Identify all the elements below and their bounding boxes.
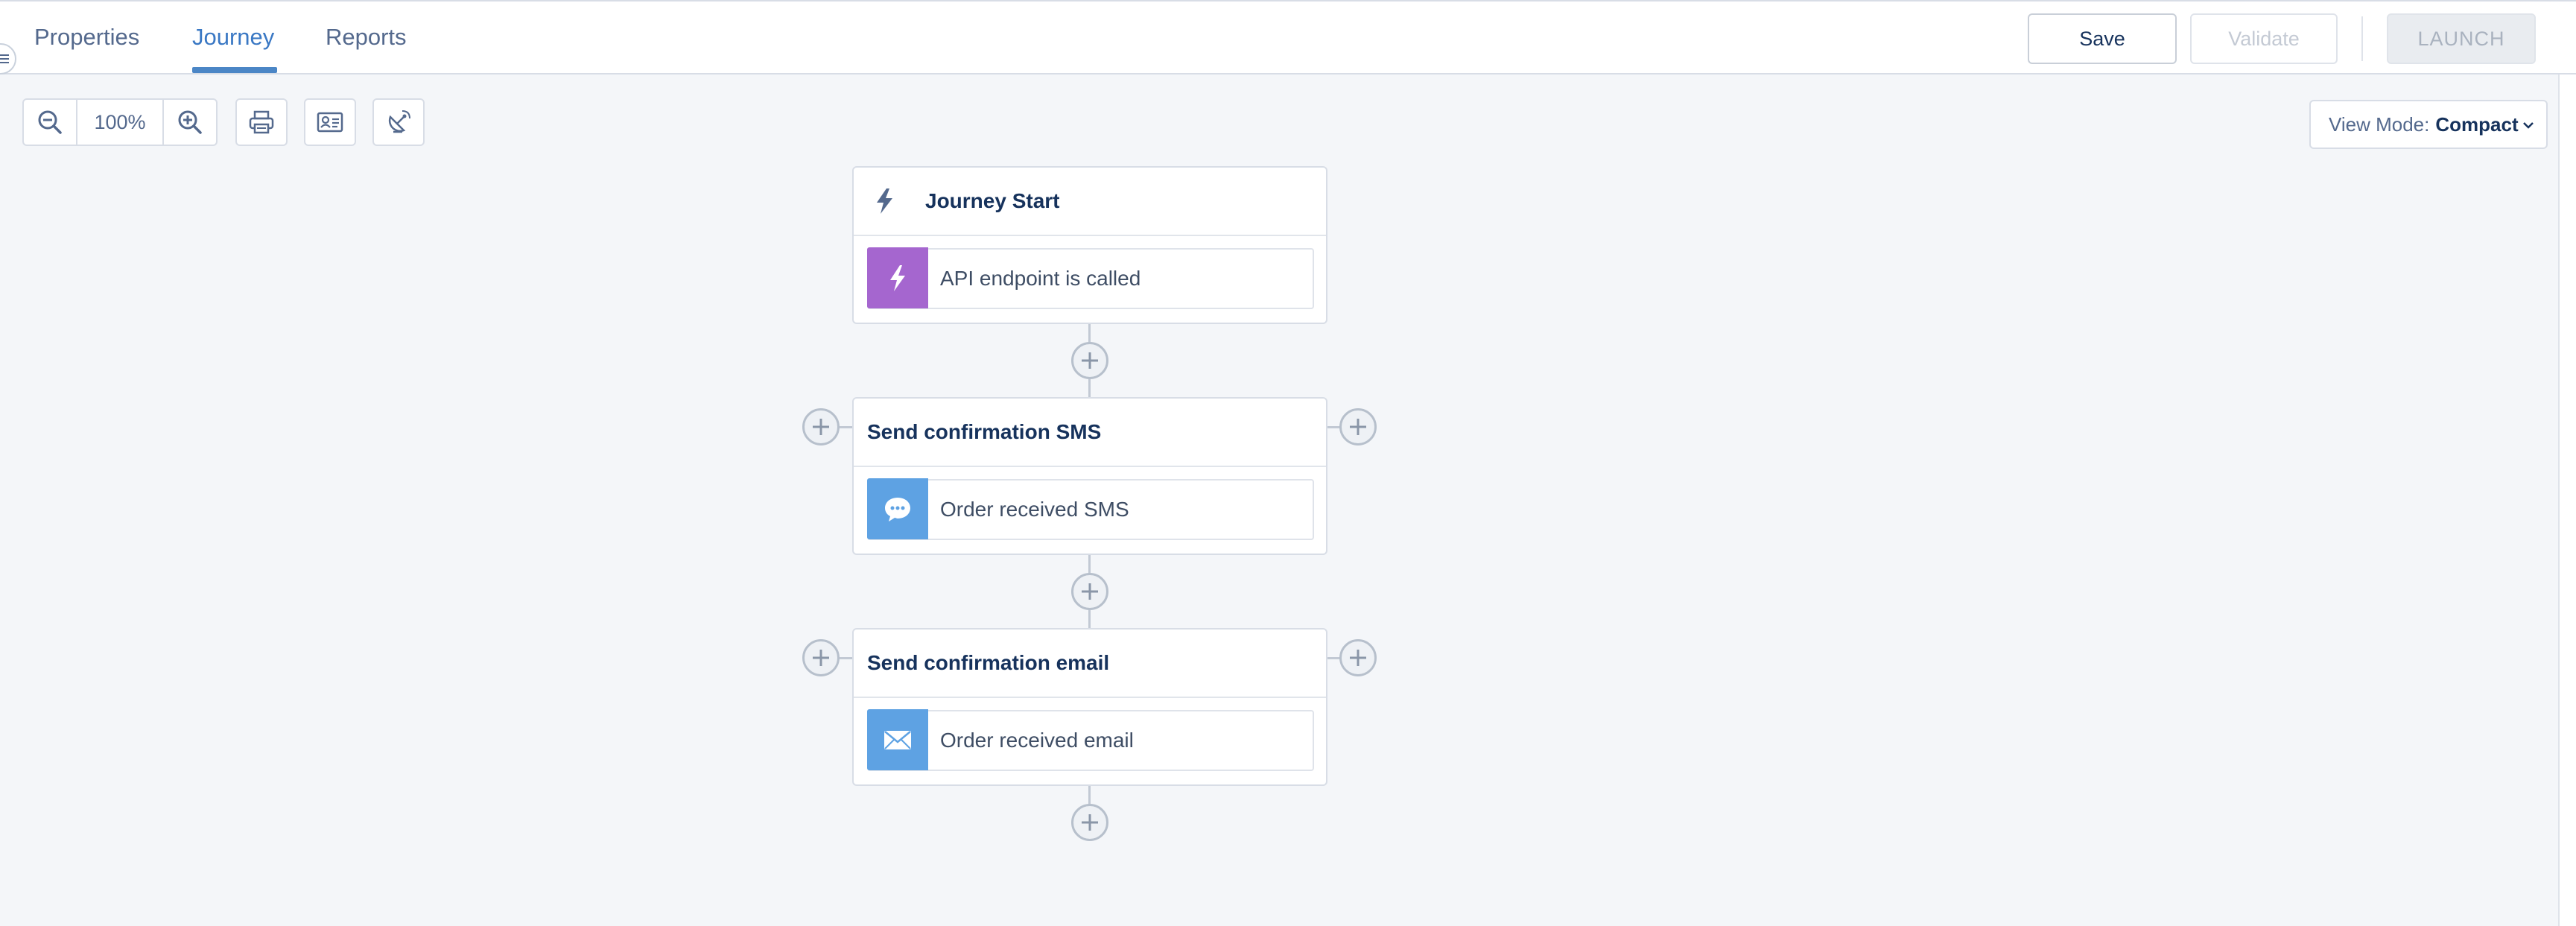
plus-icon: [1082, 814, 1098, 831]
card-title: Send confirmation SMS: [867, 420, 1102, 443]
zoom-out-icon: [38, 110, 62, 134]
chevron-down-icon: [2523, 122, 2534, 129]
print-icon: [249, 110, 274, 134]
tab-reports[interactable]: Reports: [326, 24, 407, 51]
view-mode-value: Compact: [2435, 112, 2519, 136]
satellite-icon: [388, 110, 410, 133]
tab-properties[interactable]: Properties: [34, 24, 139, 51]
journey-start-card[interactable]: Journey Start API endpoint is called: [852, 166, 1327, 324]
email-activity[interactable]: Order received email: [867, 709, 1314, 771]
add-branch-right-button[interactable]: [1339, 639, 1377, 676]
add-branch-left-button[interactable]: [802, 408, 840, 445]
plus-icon: [813, 650, 829, 666]
card-header: Send confirmation SMS: [854, 399, 1326, 467]
email-step-card[interactable]: Send confirmation email Order received e…: [852, 628, 1327, 786]
envelope-icon: [884, 731, 911, 749]
start-activity[interactable]: API endpoint is called: [867, 247, 1314, 309]
card-header: Journey Start: [854, 168, 1326, 236]
add-step-button[interactable]: [1071, 804, 1108, 841]
plus-icon: [1350, 650, 1366, 666]
add-branch-left-button[interactable]: [802, 639, 840, 676]
zoom-out-button[interactable]: [24, 100, 76, 145]
add-step-button[interactable]: [1071, 342, 1108, 379]
add-step-button[interactable]: [1071, 573, 1108, 610]
connector-line: [1326, 426, 1341, 428]
view-mode-select[interactable]: View Mode: Compact: [2309, 100, 2548, 149]
activity-icon-tile: [867, 709, 928, 770]
validate-button[interactable]: Validate: [2190, 13, 2338, 64]
connector-line: [1326, 657, 1341, 659]
plus-icon: [1082, 583, 1098, 600]
lightning-icon: [890, 265, 905, 291]
activity-icon-tile: [867, 247, 928, 308]
activity-label: Order received SMS: [940, 498, 1129, 521]
zoom-in-icon: [178, 110, 202, 134]
tab-journey[interactable]: Journey: [192, 24, 274, 51]
sms-step-card[interactable]: Send confirmation SMS Order received SMS: [852, 397, 1327, 555]
lightning-icon: [877, 188, 892, 214]
contact-card-button[interactable]: [304, 98, 356, 146]
plus-icon: [813, 419, 829, 435]
card-title: Send confirmation email: [867, 651, 1110, 674]
connector-line: [839, 426, 854, 428]
active-tab-indicator: [192, 67, 277, 73]
plus-icon: [1082, 352, 1098, 369]
card-title: Journey Start: [925, 189, 1060, 212]
journey-header: Properties Journey Reports Save Validate…: [0, 0, 2576, 74]
vertical-scrollbar[interactable]: [2558, 74, 2576, 926]
chat-bubble-icon: [885, 498, 910, 521]
header-divider: [2361, 16, 2363, 61]
activity-label: API endpoint is called: [940, 267, 1141, 290]
activity-icon-tile: [867, 478, 928, 539]
activity-label: Order received email: [940, 729, 1134, 752]
zoom-controls: 100%: [22, 98, 218, 146]
save-button[interactable]: Save: [2028, 13, 2177, 64]
print-button[interactable]: [235, 98, 288, 146]
add-branch-right-button[interactable]: [1339, 408, 1377, 445]
zoom-level: 100%: [76, 100, 164, 145]
sms-activity[interactable]: Order received SMS: [867, 478, 1314, 540]
view-mode-label: View Mode:: [2329, 112, 2430, 136]
plus-icon: [1350, 419, 1366, 435]
zoom-in-button[interactable]: [164, 100, 216, 145]
launch-button[interactable]: LAUNCH: [2387, 13, 2536, 64]
connector-line: [839, 657, 854, 659]
satellite-button[interactable]: [372, 98, 425, 146]
card-header: Send confirmation email: [854, 630, 1326, 698]
contact-card-icon: [317, 112, 343, 133]
hamburger-icon: [0, 54, 9, 63]
